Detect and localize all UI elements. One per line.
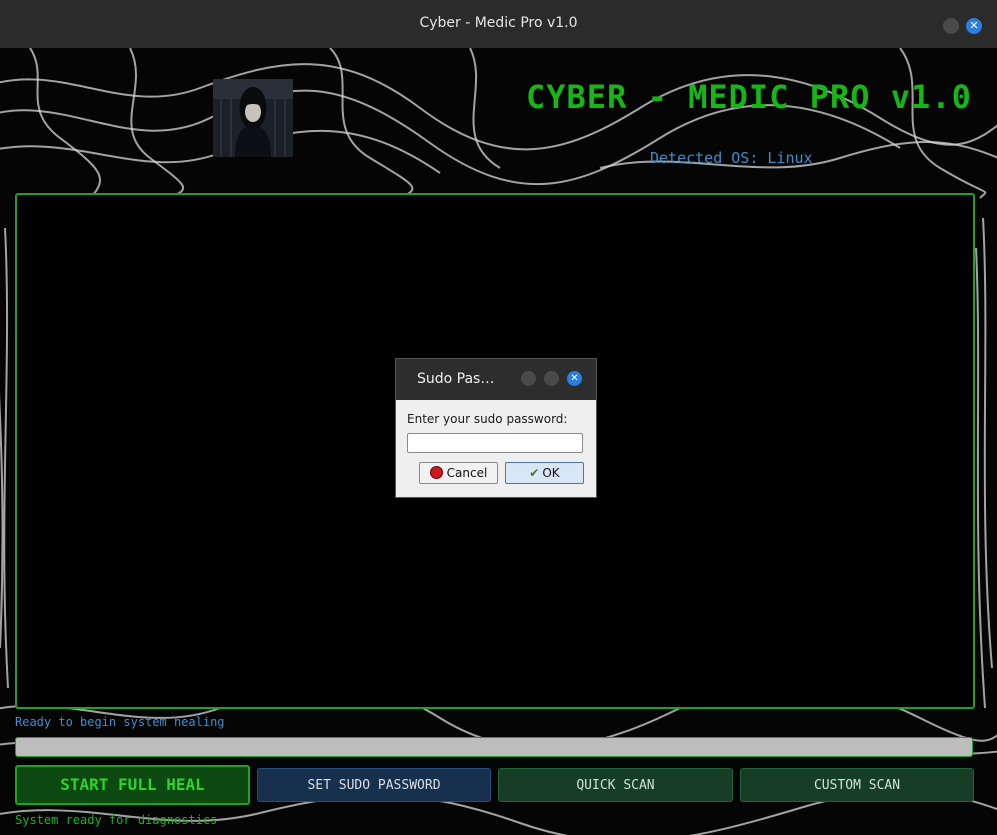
status-message-bottom: System ready for diagnostics bbox=[15, 813, 218, 827]
window-title: Cyber - Medic Pro v1.0 bbox=[419, 15, 578, 31]
dialog-minimize-button[interactable] bbox=[521, 371, 536, 386]
cancel-icon bbox=[429, 466, 443, 479]
dialog-close-button[interactable]: ✕ bbox=[567, 371, 582, 386]
set-sudo-password-button[interactable]: SET SUDO PASSWORD bbox=[257, 768, 491, 802]
dialog-maximize-button[interactable] bbox=[544, 371, 559, 386]
cancel-button[interactable]: Cancel bbox=[419, 462, 498, 484]
progress-bar bbox=[15, 737, 973, 757]
cancel-label: Cancel bbox=[446, 466, 488, 480]
detected-os-label: Detected OS: Linux bbox=[650, 149, 813, 167]
minimize-button[interactable] bbox=[943, 18, 959, 34]
window-titlebar: Cyber - Medic Pro v1.0 ✕ bbox=[0, 0, 997, 49]
ok-icon: ✔ bbox=[529, 466, 540, 480]
close-icon: ✕ bbox=[570, 373, 579, 384]
ok-button[interactable]: ✔ OK bbox=[505, 462, 584, 484]
app-title: CYBER - MEDIC PRO v1.0 bbox=[526, 78, 972, 116]
quick-scan-button[interactable]: QUICK SCAN bbox=[498, 768, 733, 802]
close-icon: ✕ bbox=[969, 19, 979, 32]
window-close-button[interactable]: ✕ bbox=[966, 18, 982, 34]
dialog-title: Sudo Pas… bbox=[417, 371, 495, 387]
custom-scan-button[interactable]: CUSTOM SCAN bbox=[740, 768, 974, 802]
status-message-top: Ready to begin system healing bbox=[15, 715, 225, 729]
avatar bbox=[213, 79, 293, 157]
hooded-figure-image bbox=[213, 79, 293, 157]
sudo-password-input[interactable] bbox=[407, 433, 583, 453]
dialog-titlebar: Sudo Pas… ✕ bbox=[396, 359, 596, 400]
ok-label: OK bbox=[542, 466, 560, 480]
start-full-heal-button[interactable]: START FULL HEAL bbox=[15, 765, 250, 805]
sudo-password-dialog: Sudo Pas… ✕ Enter your sudo password: Ca… bbox=[395, 358, 597, 498]
dialog-prompt: Enter your sudo password: bbox=[407, 412, 568, 426]
